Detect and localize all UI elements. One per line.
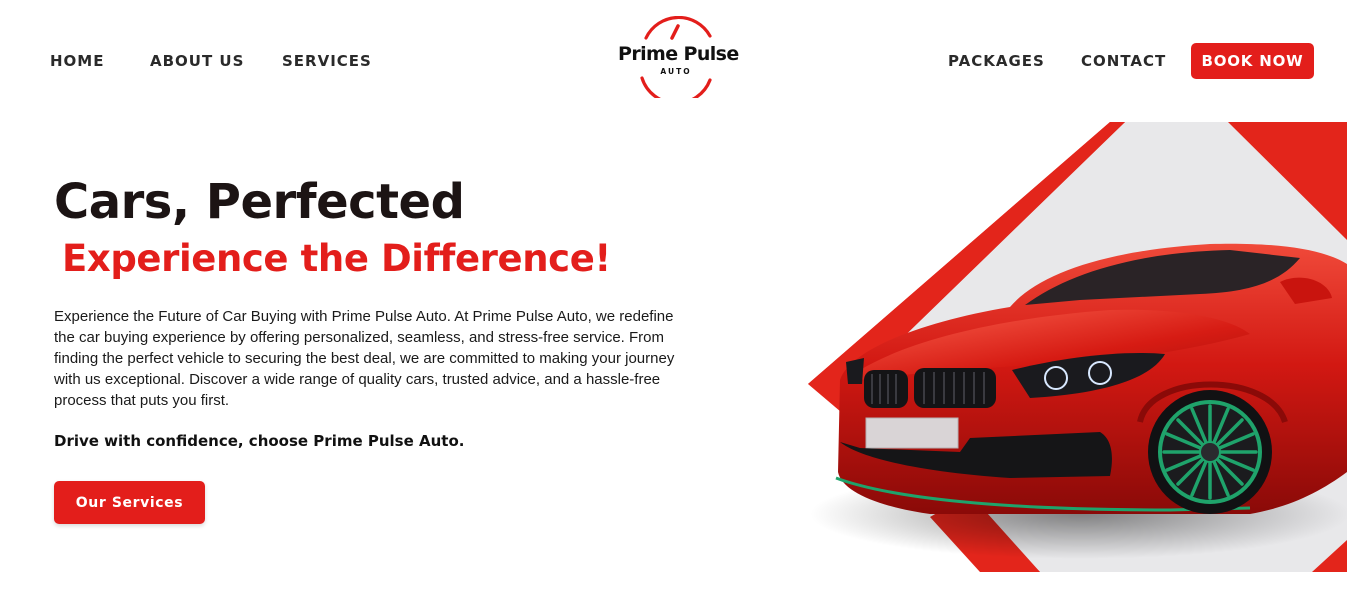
brand-name: Prime Pulse [618,43,739,65]
site-header: HOME ABOUT US SERVICES Prime Pulse AUTO … [0,0,1347,122]
our-services-button[interactable]: Our Services [54,481,205,524]
hero-tagline: Drive with confidence, choose Prime Puls… [54,432,465,450]
book-now-button[interactable]: BOOK NOW [1191,43,1314,79]
hero-subtitle: Experience the Difference! [62,237,611,280]
brand-subtitle: AUTO [660,67,692,76]
hero-title: Cars, Perfected [54,174,465,230]
nav-packages-link[interactable]: PACKAGES [948,52,1045,70]
red-sports-car-illustration [808,122,1347,572]
hero-description: Experience the Future of Car Buying with… [54,308,675,409]
nav-about-link[interactable]: ABOUT US [150,52,244,70]
brand-logo[interactable]: Prime Pulse AUTO [618,16,739,98]
nav-services-link[interactable]: SERVICES [282,52,372,70]
nav-home-link[interactable]: HOME [50,52,104,70]
nav-contact-link[interactable]: CONTACT [1081,52,1166,70]
hero-car-image [780,122,1347,572]
